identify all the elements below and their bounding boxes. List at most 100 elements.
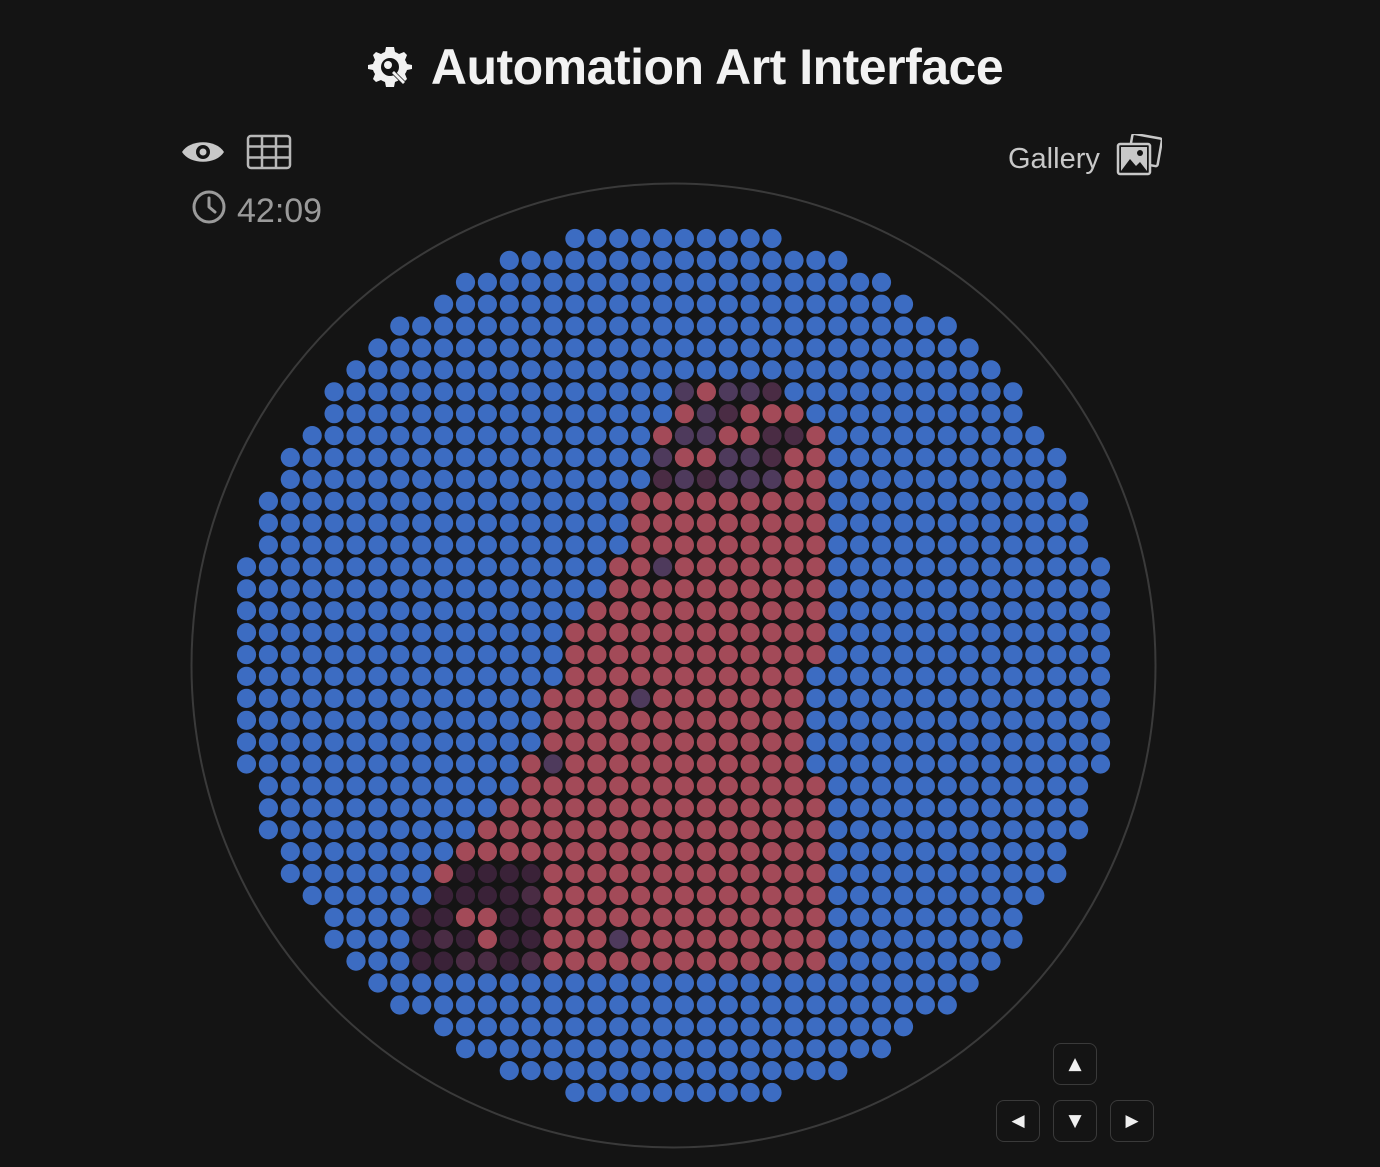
- pixel-dot[interactable]: [609, 798, 629, 818]
- pixel-dot[interactable]: [915, 382, 936, 402]
- pixel-dot[interactable]: [543, 1017, 563, 1037]
- pixel-dot[interactable]: [740, 666, 760, 686]
- pixel-dot[interactable]: [806, 1039, 826, 1059]
- pixel-dot[interactable]: [631, 513, 651, 533]
- pixel-dot[interactable]: [455, 491, 476, 511]
- pixel-dot[interactable]: [871, 360, 892, 380]
- pixel-dot[interactable]: [1025, 710, 1045, 730]
- pixel-dot[interactable]: [784, 447, 804, 468]
- pixel-dot[interactable]: [412, 404, 432, 424]
- pixel-dot[interactable]: [631, 688, 651, 708]
- pixel-dot[interactable]: [543, 469, 563, 489]
- pixel-dot[interactable]: [893, 995, 914, 1015]
- pixel-dot[interactable]: [806, 426, 826, 446]
- pixel-dot[interactable]: [631, 623, 651, 643]
- pixel-dot[interactable]: [696, 1039, 716, 1059]
- pixel-dot[interactable]: [806, 973, 826, 993]
- pixel-dot[interactable]: [762, 557, 782, 577]
- pixel-dot[interactable]: [280, 623, 300, 643]
- pixel-dot[interactable]: [1090, 601, 1111, 621]
- pixel-dot[interactable]: [784, 272, 804, 292]
- pixel-dot[interactable]: [828, 294, 848, 314]
- pixel-dot[interactable]: [762, 426, 782, 446]
- pixel-dot[interactable]: [412, 316, 432, 336]
- pixel-dot[interactable]: [434, 404, 454, 424]
- pixel-dot[interactable]: [477, 272, 497, 292]
- pixel-dot[interactable]: [696, 557, 716, 577]
- pixel-dot[interactable]: [302, 710, 322, 730]
- pixel-dot[interactable]: [412, 798, 432, 818]
- pixel-dot[interactable]: [609, 863, 629, 884]
- pixel-dot[interactable]: [280, 798, 300, 818]
- pixel-dot[interactable]: [499, 535, 519, 555]
- pixel-dot[interactable]: [302, 535, 322, 555]
- pixel-dot[interactable]: [302, 623, 322, 643]
- pixel-dot[interactable]: [434, 623, 454, 643]
- pixel-dot[interactable]: [390, 557, 410, 577]
- pixel-dot[interactable]: [828, 360, 848, 380]
- move-down-button[interactable]: ▼: [1053, 1100, 1097, 1142]
- pixel-dot[interactable]: [959, 426, 979, 446]
- pixel-dot[interactable]: [937, 929, 957, 949]
- pixel-dot[interactable]: [587, 973, 607, 993]
- pixel-dot[interactable]: [587, 1017, 607, 1037]
- pixel-dot[interactable]: [915, 316, 936, 336]
- pixel-dot[interactable]: [871, 1039, 892, 1059]
- pixel-dot[interactable]: [412, 863, 432, 884]
- pixel-dot[interactable]: [1003, 929, 1023, 949]
- pixel-dot[interactable]: [368, 557, 388, 577]
- pixel-dot[interactable]: [587, 557, 607, 577]
- pixel-dot[interactable]: [543, 272, 563, 292]
- pixel-dot[interactable]: [412, 601, 432, 621]
- pixel-dot[interactable]: [1047, 469, 1067, 489]
- pixel-dot[interactable]: [740, 1082, 760, 1103]
- pixel-dot[interactable]: [937, 404, 957, 424]
- pixel-dot[interactable]: [543, 973, 563, 993]
- pixel-dot[interactable]: [368, 447, 388, 468]
- pixel-dot[interactable]: [434, 754, 454, 774]
- pixel-dot[interactable]: [565, 666, 585, 686]
- pixel-dot[interactable]: [696, 798, 716, 818]
- pixel-dot[interactable]: [565, 973, 585, 993]
- pixel-dot[interactable]: [762, 360, 782, 380]
- pixel-dot[interactable]: [981, 579, 1001, 599]
- pixel-dot[interactable]: [1025, 842, 1045, 862]
- pixel-dot[interactable]: [1069, 623, 1089, 643]
- pixel-dot[interactable]: [653, 754, 673, 774]
- pixel-dot[interactable]: [740, 776, 760, 796]
- pixel-dot[interactable]: [718, 601, 738, 621]
- pixel-dot[interactable]: [1047, 863, 1067, 884]
- pixel-dot[interactable]: [587, 995, 607, 1015]
- pixel-dot[interactable]: [784, 360, 804, 380]
- pixel-dot[interactable]: [981, 863, 1001, 884]
- pixel-dot[interactable]: [521, 973, 541, 993]
- pixel-dot[interactable]: [302, 885, 322, 906]
- pixel-dot[interactable]: [543, 820, 563, 840]
- pixel-dot[interactable]: [784, 426, 804, 446]
- pixel-dot[interactable]: [280, 863, 300, 884]
- pixel-dot[interactable]: [587, 316, 607, 336]
- pixel-dot[interactable]: [740, 404, 760, 424]
- pixel-dot[interactable]: [959, 951, 979, 971]
- pixel-dot[interactable]: [587, 907, 607, 928]
- pixel-dot[interactable]: [674, 645, 694, 665]
- pixel-dot[interactable]: [653, 776, 673, 796]
- pixel-dot[interactable]: [346, 776, 366, 796]
- pixel-dot[interactable]: [696, 842, 716, 862]
- pixel-dot[interactable]: [412, 776, 432, 796]
- pixel-dot[interactable]: [806, 535, 826, 555]
- pixel-dot[interactable]: [302, 491, 322, 511]
- pixel-dot[interactable]: [390, 404, 410, 424]
- pixel-dot[interactable]: [587, 469, 607, 489]
- pixel-dot[interactable]: [740, 382, 760, 402]
- pixel-dot[interactable]: [434, 907, 454, 928]
- pixel-dot[interactable]: [893, 579, 914, 599]
- pixel-dot[interactable]: [871, 666, 892, 686]
- pixel-dot[interactable]: [871, 338, 892, 358]
- pixel-dot[interactable]: [784, 798, 804, 818]
- pixel-dot[interactable]: [346, 535, 366, 555]
- pixel-dot[interactable]: [981, 776, 1001, 796]
- pixel-dot[interactable]: [653, 863, 673, 884]
- pixel-dot[interactable]: [937, 491, 957, 511]
- pixel-dot[interactable]: [806, 316, 826, 336]
